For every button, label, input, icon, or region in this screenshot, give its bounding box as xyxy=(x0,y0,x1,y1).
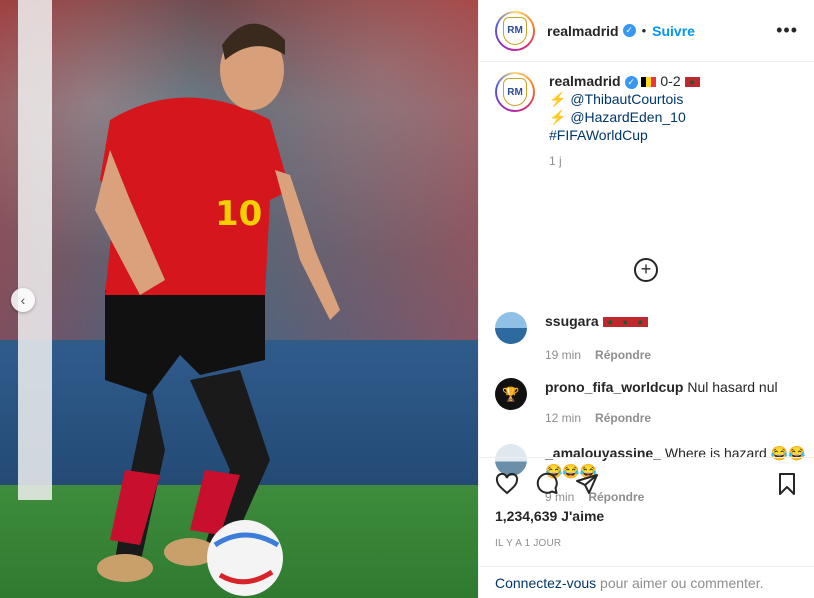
list-item: 🏆 prono_fifa_worldcup Nul hasard nul 12 … xyxy=(495,378,778,427)
lightning-icon: ⚡ xyxy=(549,109,567,125)
caption-time: 1 j xyxy=(549,154,562,168)
caption: RM realmadrid✓ 0-2 ⚡ @ThibautCourtois ⚡ … xyxy=(495,72,798,170)
header-username[interactable]: realmadrid xyxy=(547,23,619,39)
carousel-prev-button[interactable]: ‹ xyxy=(11,288,35,312)
bookmark-icon[interactable] xyxy=(775,472,799,496)
morocco-flag-icon xyxy=(684,74,700,92)
more-options-icon[interactable]: ••• xyxy=(776,20,798,41)
comment-username[interactable]: prono_fifa_worldcup xyxy=(545,379,683,395)
verified-badge-icon: ✓ xyxy=(622,24,636,37)
caption-avatar[interactable]: RM xyxy=(495,72,535,112)
real-madrid-crest-icon: RM xyxy=(503,16,527,45)
reply-button[interactable]: Répondre xyxy=(595,348,651,362)
player-figure: 10 xyxy=(95,23,340,596)
share-icon[interactable] xyxy=(575,472,599,496)
post-header: RM realmadrid ✓ • Suivre ••• xyxy=(479,0,814,62)
heart-icon[interactable] xyxy=(495,472,519,496)
post-actions: 1,234,639 J'aime IL Y A 1 JOUR xyxy=(479,457,814,549)
list-item: ssugara 19 min Répondre xyxy=(495,312,651,364)
comment-text: Nul hasard nul xyxy=(687,379,778,395)
comment-icon[interactable] xyxy=(535,472,559,496)
morocco-flag-icon xyxy=(632,314,648,332)
avatar[interactable]: RM xyxy=(495,10,535,51)
post-date: IL Y A 1 JOUR xyxy=(495,538,562,549)
hashtag-link[interactable]: #FIFAWorldCup xyxy=(549,127,648,143)
belgium-flag-icon xyxy=(641,77,657,87)
login-prompt: Connectez-vous pour aimer ou commenter. xyxy=(479,566,814,598)
comment-username[interactable]: ssugara xyxy=(545,313,599,329)
caption-username[interactable]: realmadrid xyxy=(549,73,621,89)
score-text: 0-2 xyxy=(660,73,681,89)
reply-button[interactable]: Répondre xyxy=(595,411,651,425)
trophy-icon[interactable]: 🏆 xyxy=(495,378,527,410)
real-madrid-crest-icon: RM xyxy=(503,78,527,106)
mention-link[interactable]: @ThibautCourtois xyxy=(570,91,683,107)
comment-time: 12 min xyxy=(545,411,582,425)
morocco-flag-icon xyxy=(617,314,633,332)
lightning-icon: ⚡ xyxy=(549,91,567,107)
follow-button[interactable]: Suivre xyxy=(652,23,695,39)
login-link[interactable]: Connectez-vous xyxy=(495,575,596,591)
morocco-flag-icon xyxy=(602,314,618,332)
likes-count[interactable]: 1,234,639 J'aime xyxy=(495,508,799,524)
post-side-panel: RM realmadrid ✓ • Suivre ••• RM realmadr… xyxy=(478,0,814,598)
comments-area[interactable]: RM realmadrid✓ 0-2 ⚡ @ThibautCourtois ⚡ … xyxy=(479,62,814,504)
caption-text: realmadrid✓ 0-2 ⚡ @ThibautCourtois ⚡ @Ha… xyxy=(549,72,700,170)
mention-link[interactable]: @HazardEden_10 xyxy=(570,109,685,125)
svg-text:10: 10 xyxy=(215,194,262,234)
separator-dot: • xyxy=(641,23,647,38)
verified-badge-icon: ✓ xyxy=(624,76,638,89)
login-prompt-text: pour aimer ou commenter. xyxy=(596,575,764,591)
load-more-comments-icon[interactable]: + xyxy=(634,258,658,282)
post-image[interactable]: 10 ‹ xyxy=(0,0,478,598)
avatar[interactable] xyxy=(495,312,527,344)
comment-time: 19 min xyxy=(545,348,582,362)
